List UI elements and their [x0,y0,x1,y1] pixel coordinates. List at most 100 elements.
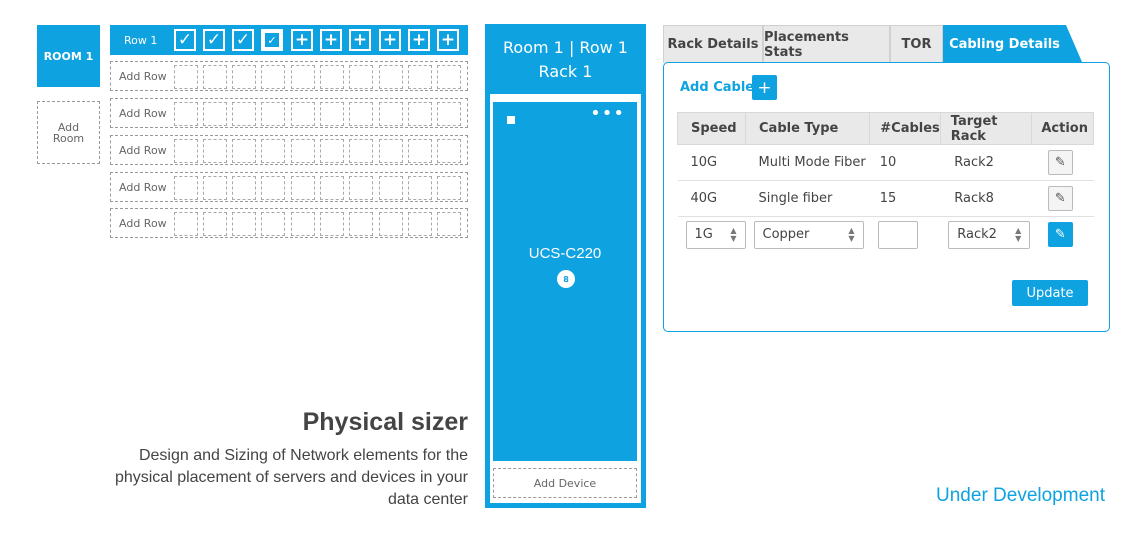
empty-rack-slot[interactable] [437,139,461,163]
empty-rack-slot[interactable] [291,102,315,126]
empty-rack-slot[interactable] [261,102,285,126]
empty-rack-slot[interactable] [261,176,285,200]
rack-slot-checked[interactable]: ✓ [202,28,226,52]
update-button[interactable]: Update [1012,280,1088,306]
empty-rack-slot[interactable] [203,65,227,89]
empty-rack-slot[interactable] [232,212,256,236]
rack-slot-add[interactable]: + [378,28,402,52]
check-icon: ✓ [174,29,196,51]
empty-rack-slot[interactable] [320,176,344,200]
empty-rack-slot[interactable] [437,212,461,236]
empty-rack-slot[interactable] [437,65,461,89]
empty-rack-slot[interactable] [261,212,285,236]
empty-rack-slot[interactable] [320,212,344,236]
empty-rack-slot[interactable] [437,102,461,126]
add-cable-button[interactable]: + [752,75,777,100]
tab-arrow-decoration [1064,25,1082,62]
empty-rack-slot[interactable] [379,176,403,200]
target-rack-select[interactable]: Rack2 ▲ ▼ [948,220,1031,249]
add-device-button[interactable]: Add Device [493,468,637,498]
empty-rack-slot[interactable] [174,102,198,126]
speed-select[interactable]: 1G ▲ ▼ [685,220,746,249]
device-count-badge: 8 [557,270,575,288]
tab-tor[interactable]: TOR [890,25,943,63]
empty-rack-slot[interactable] [349,65,373,89]
empty-rack-slot[interactable] [232,65,256,89]
empty-rack-slot[interactable] [203,176,227,200]
empty-rack-slot[interactable] [261,65,285,89]
empty-rack-slot[interactable] [320,102,344,126]
empty-rack-slot[interactable] [379,102,403,126]
add-row-label: Add Row [119,69,167,83]
empty-rack-slot[interactable] [232,176,256,200]
rack-slot-add[interactable]: + [348,28,372,52]
empty-rack-slot[interactable] [174,139,198,163]
empty-rack-slot[interactable] [203,102,227,126]
empty-rack-slot[interactable] [203,212,227,236]
empty-rack-slot[interactable] [291,176,315,200]
empty-rack-slot[interactable] [261,139,285,163]
update-label: Update [1026,285,1074,301]
rack-slot-add[interactable]: + [407,28,431,52]
empty-rack-slot[interactable] [320,139,344,163]
empty-rack-slot[interactable] [320,65,344,89]
rack-slot-selected[interactable]: ✓ [260,28,284,52]
empty-rack-slot[interactable] [174,65,198,89]
empty-rack-slot[interactable] [408,102,432,126]
select-square-icon[interactable] [507,116,515,124]
cell-cables: 10 [869,144,941,181]
add-row-4[interactable]: Add Row [110,172,468,202]
tab-placements-stats[interactable]: Placements Stats [763,25,890,63]
room-1-tile[interactable]: ROOM 1 [37,25,100,87]
plus-icon: + [757,77,772,98]
rack-body: ••• UCS-C220 8 Add Device [490,94,641,503]
empty-rack-slot[interactable] [408,65,432,89]
pencil-icon[interactable]: ✎ [1047,186,1073,211]
empty-rack-slot[interactable] [232,102,256,126]
empty-rack-slot[interactable] [174,176,198,200]
tab-rack-details[interactable]: Rack Details [663,25,763,63]
col-header-action: Action [1031,112,1094,145]
cell-target-rack: Rack2 [940,144,1032,181]
empty-rack-slot[interactable] [291,65,315,89]
rack-slot-checked[interactable]: ✓ [231,28,255,52]
empty-rack-slot[interactable] [437,176,461,200]
empty-rack-slot[interactable] [349,176,373,200]
add-room-button[interactable]: Add Room [37,101,100,164]
add-row-2[interactable]: Add Row [110,98,468,128]
add-row-1[interactable]: Add Row [110,61,468,91]
add-row-5[interactable]: Add Row [110,208,468,238]
rack-slot-add[interactable]: + [319,28,343,52]
empty-rack-slot[interactable] [174,212,198,236]
row-1[interactable]: Row 1 ✓ ✓ ✓ ✓ + + + + + + [110,25,468,55]
add-row-3[interactable]: Add Row [110,135,468,165]
empty-rack-slot[interactable] [349,139,373,163]
empty-rack-slot[interactable] [349,102,373,126]
empty-rack-slot[interactable] [379,139,403,163]
empty-rack-slot[interactable] [408,176,432,200]
empty-rack-slot[interactable] [349,212,373,236]
empty-rack-slot[interactable] [408,139,432,163]
empty-rack-slot[interactable] [291,212,315,236]
rack-slot-add[interactable]: + [290,28,314,52]
rack-slot-add[interactable]: + [436,28,460,52]
cables-count-input[interactable] [877,220,918,249]
empty-rack-slot[interactable] [232,139,256,163]
empty-rack-slot[interactable] [291,139,315,163]
add-room-label: Add Room [52,120,85,145]
empty-rack-slot[interactable] [379,65,403,89]
empty-rack-slot[interactable] [379,212,403,236]
empty-rack-slot[interactable] [203,139,227,163]
add-cable-label[interactable]: Add Cable [680,80,754,95]
rack-slot-checked[interactable]: ✓ [173,28,197,52]
tab-cabling-details[interactable]: Cabling Details [943,25,1066,63]
plus-icon: + [437,29,459,51]
table-row: 40G Single fiber 15 Rack8 ✎ [677,180,1094,217]
pencil-icon[interactable]: ✎ [1047,222,1073,248]
status-text: Under Development [936,485,1105,506]
empty-rack-slot[interactable] [408,212,432,236]
device-card[interactable]: ••• UCS-C220 8 [493,102,637,461]
more-options-icon[interactable]: ••• [590,105,625,123]
pencil-icon[interactable]: ✎ [1047,150,1073,175]
cable-type-select[interactable]: Copper ▲ ▼ [753,220,864,249]
